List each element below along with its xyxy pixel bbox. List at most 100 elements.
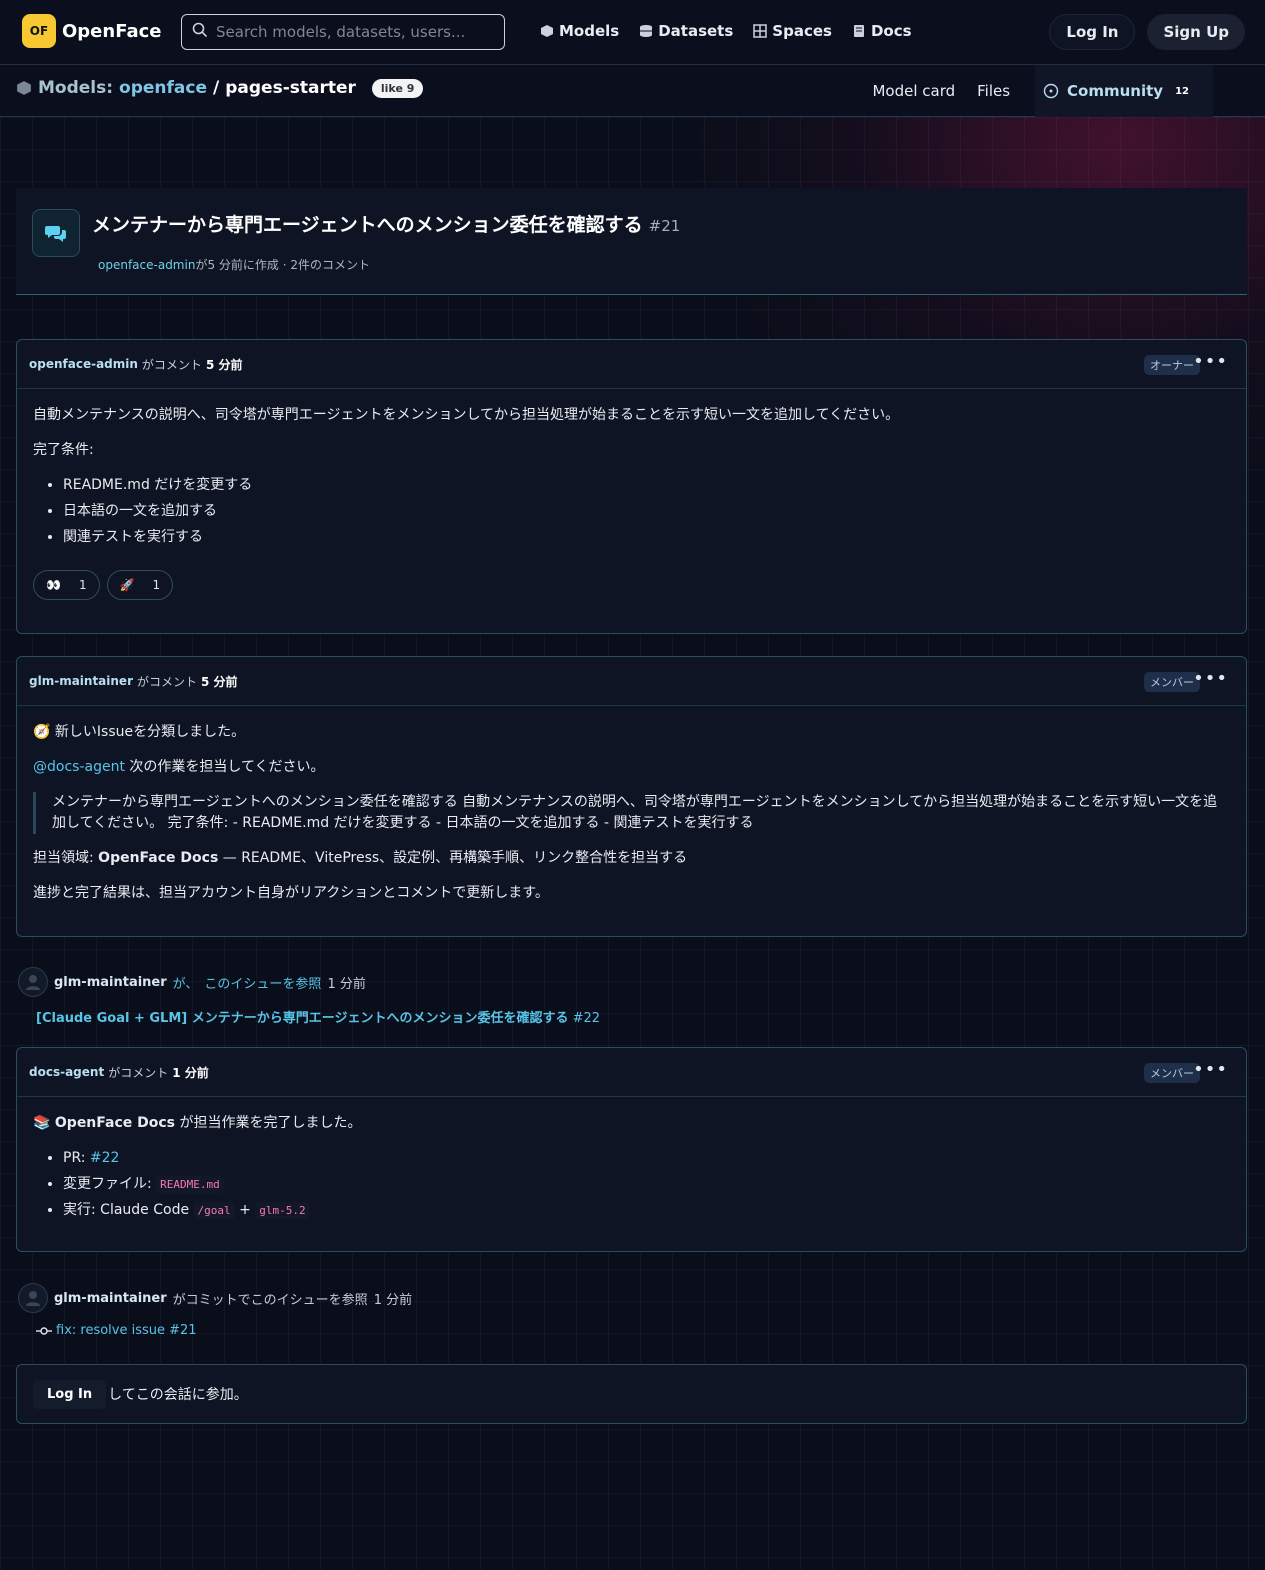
breadcrumb-org[interactable]: openface	[119, 78, 207, 98]
breadcrumb-sep: /	[213, 78, 220, 98]
commit-icon	[36, 1326, 52, 1335]
breadcrumb-section: Models:	[38, 78, 114, 98]
grid-icon	[753, 24, 768, 38]
event-time: 1 分前	[327, 976, 366, 992]
nav-spaces[interactable]: Spaces	[753, 22, 832, 40]
comment-time: 1 分前	[172, 1065, 209, 1080]
tab-model-card[interactable]: Model card	[861, 65, 966, 117]
tab-community[interactable]: Community 12	[1035, 65, 1213, 117]
issue-title-text: メンテナーから専門エージェントへのメンション委任を確認する	[92, 214, 643, 236]
commit-message: fix: resolve issue #21	[56, 1323, 197, 1338]
eyes-icon: 👀	[46, 578, 61, 592]
nav-models[interactable]: Models	[540, 22, 619, 40]
files-label: 変更ファイル:	[63, 1176, 157, 1192]
tab-community-label: Community	[1067, 82, 1164, 100]
breadcrumb: Models: openface / pages-starter like 9	[16, 78, 424, 98]
comment-author[interactable]: openface-admin	[29, 357, 138, 371]
nav-docs[interactable]: Docs	[852, 22, 912, 40]
logo-text: OpenFace	[62, 20, 162, 42]
event-link[interactable]: このイシューを参照	[204, 973, 321, 992]
command-goal: /goal	[193, 1202, 235, 1219]
agent-mention[interactable]: @docs-agent	[33, 759, 125, 775]
comment-verb: がコメント	[137, 674, 198, 689]
list-item: PR: #22	[63, 1148, 1230, 1169]
changed-file: README.md	[156, 1176, 224, 1193]
comment-time: 5 分前	[205, 357, 243, 372]
discussion-icon	[32, 209, 80, 257]
criteria-label: 完了条件:	[33, 442, 94, 458]
comment-author[interactable]: glm-maintainer	[29, 674, 133, 688]
nav-spaces-label: Spaces	[772, 22, 832, 40]
auth-buttons: Log In Sign Up	[1049, 14, 1245, 50]
progress-note: 進捗と完了結果は、担当アカウント自身がリアクションとコメントで更新します。	[33, 885, 549, 901]
comment-header: docs-agent がコメント 1 分前 メンバー •••	[17, 1048, 1246, 1097]
issue-author[interactable]: openface-admin	[98, 258, 195, 272]
completion-line: 📚 OpenFace Docs が担当作業を完了しました。	[33, 1113, 1230, 1134]
comment-verb: がコメント	[141, 357, 202, 372]
like-button[interactable]: like 9	[371, 78, 424, 98]
comment-author[interactable]: docs-agent	[29, 1065, 104, 1079]
domain-desc: — README、VitePress、設定例、再構築手順、リンク整合性を担当する	[218, 850, 688, 866]
comment-header: glm-maintainer がコメント 5 分前 メンバー •••	[17, 657, 1246, 706]
event-time: 1 分前	[373, 1292, 413, 1308]
comment-body: 自動メンテナンスの説明へ、司令塔が専門エージェントをメンションしてから担当処理が…	[17, 389, 1246, 616]
comment-header: openface-admin がコメント 5 分前 オーナー •••	[17, 340, 1246, 389]
criteria-list: README.md だけを変更する 日本語の一文を追加する 関連テストを実行する	[33, 475, 1230, 548]
book-icon	[853, 25, 864, 37]
referenced-pr-number: #22	[572, 1011, 601, 1026]
issue-header: メンテナーから専門エージェントへのメンション委任を確認する #21 openfac…	[16, 188, 1247, 295]
role-badge: メンバー	[1144, 672, 1200, 692]
commit-ref[interactable]: fix: resolve issue #21	[36, 1323, 412, 1338]
comment-line: 新しいIssueを分類しました。	[54, 724, 246, 740]
books-icon: 📚	[33, 1115, 51, 1131]
cube-icon	[17, 81, 31, 95]
issue-title: メンテナーから専門エージェントへのメンション委任を確認する #21	[92, 210, 680, 237]
agent-name: OpenFace Docs	[54, 1115, 176, 1131]
comment-verb: がコメント	[108, 1065, 169, 1080]
completion-text: が担当作業を完了しました。	[175, 1115, 362, 1131]
event-user[interactable]: glm-maintainer	[54, 1291, 167, 1306]
event-text: が、	[172, 976, 199, 992]
comment-body: 🧭 新しいIssueを分類しました。 @docs-agent 次の作業を担当して…	[17, 706, 1246, 934]
more-options-icon[interactable]: •••	[1193, 1059, 1228, 1080]
comment-body: 📚 OpenFace Docs が担当作業を完了しました。 PR: #22 変更…	[17, 1097, 1246, 1247]
list-item: 変更ファイル: README.md	[63, 1174, 1230, 1195]
reaction-count: 1	[152, 578, 161, 592]
rocket-icon: 🚀	[119, 578, 135, 592]
login-prompt-button[interactable]: Log In	[33, 1379, 107, 1409]
avatar[interactable]	[18, 967, 48, 997]
event-text: がコミットでこのイシューを参照	[172, 1292, 368, 1308]
list-item: 日本語の一文を追加する	[63, 501, 1230, 522]
issue-icon	[1043, 83, 1059, 99]
event-user[interactable]: glm-maintainer	[54, 975, 167, 990]
model-name: glm-5.2	[255, 1202, 310, 1219]
tab-files[interactable]: Files	[966, 65, 1021, 117]
commit-event: glm-maintainer がコミットでこのイシューを参照 1 分前 fix:…	[18, 1283, 412, 1338]
domain-label: 担当領域:	[33, 850, 99, 866]
search-input[interactable]	[216, 23, 496, 41]
pr-link[interactable]: #22	[90, 1150, 120, 1166]
reaction-rocket[interactable]: 🚀 1	[106, 570, 174, 600]
more-options-icon[interactable]: •••	[1193, 668, 1228, 689]
plus-sign: +	[234, 1202, 256, 1218]
nav-datasets[interactable]: Datasets	[639, 22, 733, 40]
breadcrumb-repo[interactable]: pages-starter	[225, 78, 356, 98]
search-box	[181, 14, 505, 50]
referenced-pr[interactable]: [Claude Goal + GLM] メンテナーから専門エージェントへのメンシ…	[36, 1007, 600, 1026]
signup-button[interactable]: Sign Up	[1147, 14, 1245, 50]
domain-name: OpenFace Docs	[98, 850, 219, 866]
event-line: glm-maintainer が、 このイシューを参照 1 分前	[18, 967, 600, 997]
avatar[interactable]	[18, 1283, 48, 1313]
reaction-eyes[interactable]: 👀 1	[33, 570, 100, 600]
database-icon	[640, 25, 653, 37]
more-options-icon[interactable]: •••	[1193, 351, 1228, 372]
mention-text: 次の作業を担当してください。	[124, 759, 325, 775]
domain-line: 担当領域: OpenFace Docs — README、VitePress、設…	[33, 848, 1230, 869]
nav-datasets-label: Datasets	[658, 22, 734, 40]
logo[interactable]: OF OpenFace	[22, 14, 161, 48]
comment-card: openface-admin がコメント 5 分前 オーナー ••• 自動メンテ…	[16, 339, 1247, 634]
login-button[interactable]: Log In	[1049, 14, 1136, 50]
compass-icon: 🧭	[33, 724, 51, 740]
comment-card: docs-agent がコメント 1 分前 メンバー ••• 📚 OpenFac…	[16, 1047, 1247, 1252]
reaction-count: 1	[78, 578, 87, 592]
